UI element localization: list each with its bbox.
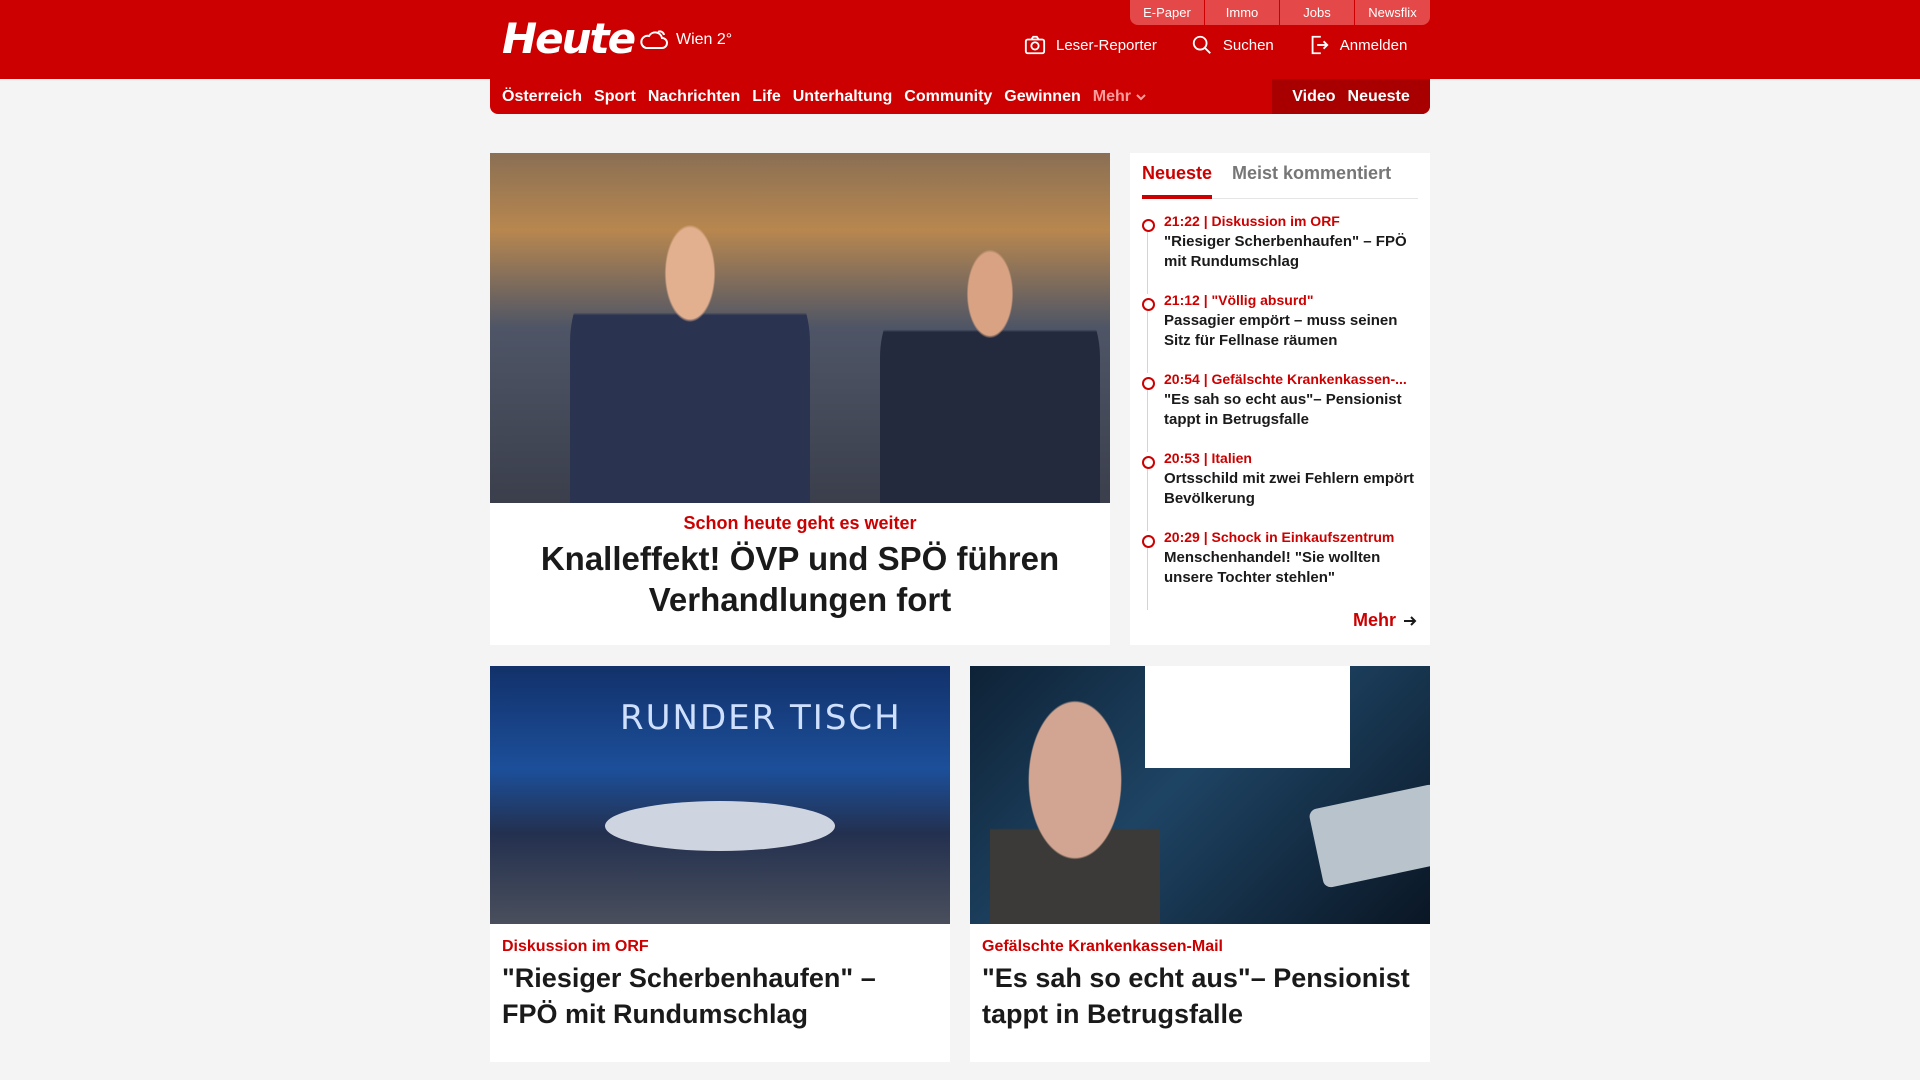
nav-more-dropdown[interactable]: Mehr	[1093, 88, 1147, 106]
quicklinks: E-Paper Immo Jobs Newsflix	[1130, 0, 1430, 25]
studio-backdrop-text: RUNDER TISCH	[620, 698, 902, 738]
nav-right: Video Neueste	[1272, 79, 1430, 114]
sidebar-more-label: Mehr	[1352, 610, 1396, 630]
site-header: Heute Wien 2° E-Paper Immo Jobs Newsflix…	[0, 0, 1920, 79]
nav-item-nachrichten[interactable]: Nachrichten	[648, 88, 740, 106]
leser-reporter-label: Leser-Reporter	[1056, 36, 1157, 54]
nav-item-life[interactable]: Life	[752, 88, 780, 106]
list-item-title[interactable]: Passagier empört – muss seinen Sitz für …	[1164, 311, 1418, 351]
hero-person-left	[570, 223, 810, 503]
hero-kicker: Schon heute geht es weiter	[683, 513, 917, 533]
cloud-sun-icon	[640, 30, 668, 49]
list-item[interactable]: 20:54 | Gefälschte Krankenkassen-... "Es…	[1142, 371, 1418, 452]
camera-icon	[1024, 35, 1046, 55]
quicklink-jobs[interactable]: Jobs	[1280, 0, 1355, 25]
list-item[interactable]: 21:12 | "Völlig absurd" Passagier empört…	[1142, 292, 1418, 373]
credit-card-image	[1308, 783, 1430, 889]
login-icon	[1311, 35, 1329, 55]
list-item-meta: 20:29 | Schock in Einkaufszentrum	[1164, 529, 1395, 545]
card-kicker: Gefälschte Krankenkassen-Mail	[982, 938, 1223, 955]
quicklink-epaper[interactable]: E-Paper	[1130, 0, 1205, 25]
hero-image	[490, 153, 1110, 503]
hero-title[interactable]: Knalleffekt! ÖVP und SPÖ führen Verhandl…	[490, 538, 1110, 620]
list-item-title[interactable]: Menschenhandel! "Sie wollten unsere Toch…	[1164, 548, 1418, 588]
nav-items: Österreich Sport Nachrichten Life Unterh…	[502, 79, 1147, 114]
card-title[interactable]: "Es sah so echt aus"– Pensionist tappt i…	[982, 960, 1418, 1032]
latest-timeline: 21:22 | Diskussion im ORF "Riesiger Sche…	[1142, 213, 1418, 610]
fake-email-screenshot	[1145, 666, 1350, 768]
article-card-orf[interactable]: RUNDER TISCH Diskussion im ORF "Riesiger…	[490, 666, 950, 1062]
nav-more-label: Mehr	[1092, 87, 1131, 105]
list-item-meta: 20:53 | Italien	[1164, 450, 1252, 466]
nav-item-oesterreich[interactable]: Österreich	[502, 88, 582, 106]
card-image-orf: RUNDER TISCH	[490, 666, 950, 924]
sidebar-tabs: Neueste Meist kommentiert	[1142, 163, 1418, 199]
tab-meist-kommentiert[interactable]: Meist kommentiert	[1232, 163, 1391, 198]
nav-latest[interactable]: Neueste	[1348, 88, 1410, 106]
header-actions: Leser-Reporter Suchen Anmelden	[1024, 34, 1407, 56]
list-item-title[interactable]: Ortsschild mit zwei Fehlern empört Bevöl…	[1164, 469, 1418, 509]
nav-item-sport[interactable]: Sport	[594, 88, 636, 106]
quicklink-immo[interactable]: Immo	[1205, 0, 1280, 25]
hero-person-right	[880, 248, 1100, 503]
sidebar-more-link[interactable]: Mehr	[1353, 610, 1418, 631]
list-item-meta: 21:22 | Diskussion im ORF	[1164, 213, 1340, 229]
list-item[interactable]: 21:22 | Diskussion im ORF "Riesiger Sche…	[1142, 213, 1418, 294]
weather-label: Wien 2°	[676, 31, 733, 48]
quicklink-newsflix[interactable]: Newsflix	[1355, 0, 1430, 25]
leser-reporter-button[interactable]: Leser-Reporter	[1024, 34, 1157, 56]
nav-video[interactable]: Video	[1292, 88, 1335, 106]
nav-item-community[interactable]: Community	[904, 88, 992, 106]
list-item[interactable]: 20:29 | Schock in Einkaufszentrum Mensch…	[1142, 529, 1418, 610]
list-item[interactable]: 20:53 | Italien Ortsschild mit zwei Fehl…	[1142, 450, 1418, 531]
card-image-pensionist	[970, 666, 1430, 924]
article-card-pensionist[interactable]: Gefälschte Krankenkassen-Mail "Es sah so…	[970, 666, 1430, 1062]
studio-table	[605, 801, 835, 851]
arrow-right-icon	[1404, 615, 1417, 626]
list-item-meta: 20:54 | Gefälschte Krankenkassen-...	[1164, 371, 1407, 387]
nav-item-unterhaltung[interactable]: Unterhaltung	[793, 88, 893, 106]
list-item-title[interactable]: "Riesiger Scherbenhaufen" – FPÖ mit Rund…	[1164, 232, 1418, 272]
list-item-meta: 21:12 | "Völlig absurd"	[1164, 292, 1314, 308]
chevron-down-icon	[1136, 93, 1146, 100]
main-nav: Österreich Sport Nachrichten Life Unterh…	[490, 79, 1430, 114]
nav-item-gewinnen[interactable]: Gewinnen	[1004, 88, 1080, 106]
list-item-title[interactable]: "Es sah so echt aus"– Pensionist tappt i…	[1164, 390, 1418, 430]
login-label: Anmelden	[1339, 36, 1408, 54]
search-icon	[1192, 35, 1211, 54]
card-title[interactable]: "Riesiger Scherbenhaufen" – FPÖ mit Rund…	[502, 960, 938, 1032]
tab-neueste[interactable]: Neueste	[1142, 163, 1213, 199]
weather-widget[interactable]: Wien 2°	[638, 26, 732, 54]
search-button[interactable]: Suchen	[1191, 34, 1274, 56]
hero-article[interactable]: Schon heute geht es weiter Knalleffekt! …	[490, 153, 1110, 645]
search-label: Suchen	[1222, 36, 1274, 54]
pensioner-photo	[990, 684, 1160, 924]
latest-sidebar: Neueste Meist kommentiert 21:22 | Diskus…	[1130, 153, 1430, 645]
site-logo[interactable]: Heute	[502, 14, 636, 63]
login-button[interactable]: Anmelden	[1308, 34, 1408, 56]
card-kicker: Diskussion im ORF	[502, 938, 649, 955]
